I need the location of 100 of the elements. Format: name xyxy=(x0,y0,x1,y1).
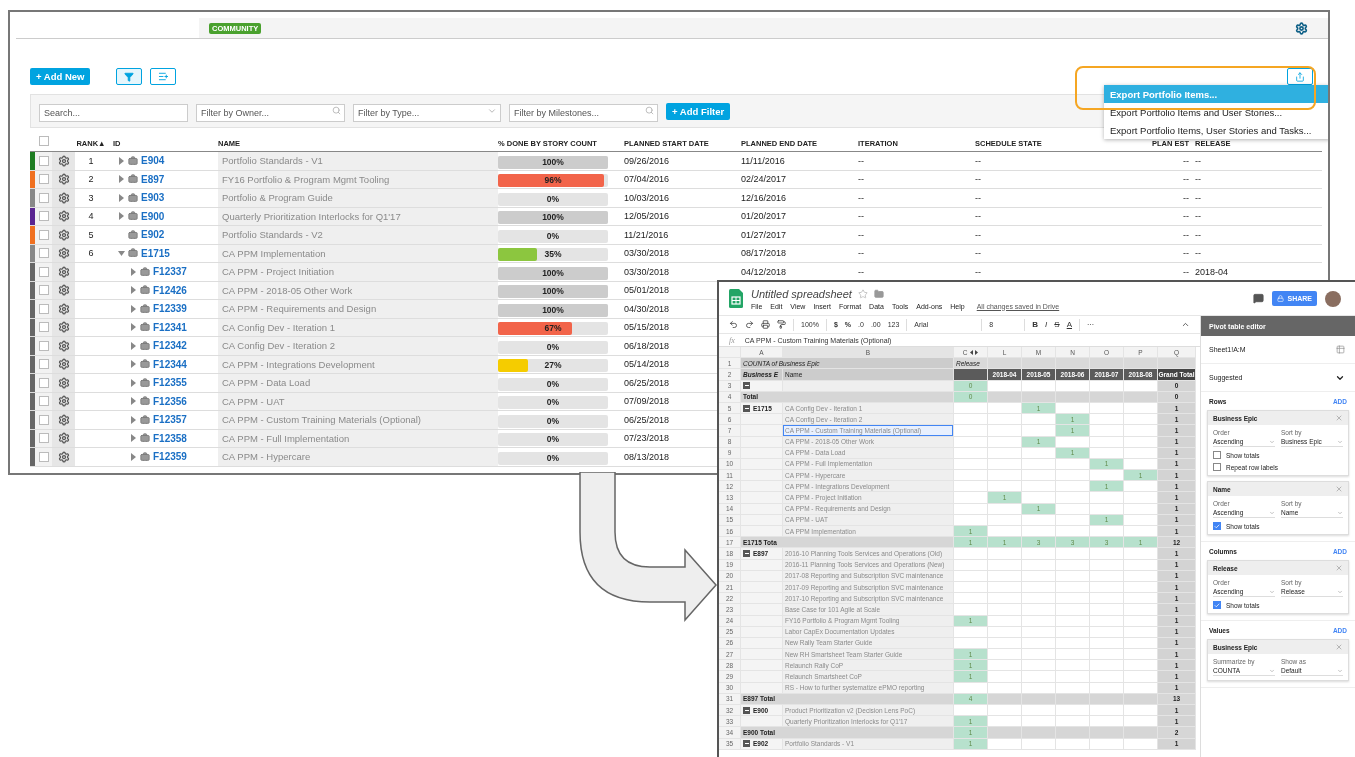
row-checkbox[interactable] xyxy=(38,359,49,370)
folder-icon[interactable] xyxy=(873,288,884,299)
redo-icon[interactable] xyxy=(745,320,754,329)
id-link[interactable]: E904 xyxy=(141,155,165,167)
row-checkbox[interactable] xyxy=(38,396,49,407)
gear-icon[interactable] xyxy=(57,247,70,260)
gear-icon[interactable] xyxy=(57,321,70,334)
id-link[interactable]: F12341 xyxy=(153,321,187,333)
filter-button[interactable] xyxy=(116,68,143,85)
close-icon[interactable] xyxy=(1335,643,1343,651)
gear-icon[interactable] xyxy=(57,432,70,445)
row-checkbox[interactable] xyxy=(38,377,49,388)
grid-icon[interactable] xyxy=(1336,345,1345,354)
collapse-icon[interactable] xyxy=(743,740,750,748)
checkbox[interactable] xyxy=(1213,522,1221,530)
id-link[interactable]: F12358 xyxy=(153,432,187,444)
collapse-icon[interactable] xyxy=(743,382,750,390)
row-checkbox[interactable] xyxy=(38,192,49,203)
id-link[interactable]: E900 xyxy=(141,210,165,222)
expand-arrow-icon[interactable] xyxy=(130,304,137,313)
row-checkbox[interactable] xyxy=(38,229,49,240)
row-checkbox[interactable] xyxy=(38,303,49,314)
id-link[interactable]: F12339 xyxy=(153,303,187,315)
id-link[interactable]: E1715 xyxy=(141,247,170,259)
row-checkbox[interactable] xyxy=(38,248,49,259)
id-link[interactable]: F12337 xyxy=(153,266,187,278)
expand-arrow-icon[interactable] xyxy=(130,341,137,350)
expand-arrow-icon[interactable] xyxy=(118,193,125,202)
gear-icon[interactable] xyxy=(57,228,70,241)
gear-icon[interactable] xyxy=(57,376,70,389)
close-icon[interactable] xyxy=(1335,414,1343,422)
id-link[interactable]: F12426 xyxy=(153,284,187,296)
gear-icon[interactable] xyxy=(57,339,70,352)
milestones-filter-field[interactable]: Filter by Milestones... xyxy=(509,104,658,122)
id-link[interactable]: F12356 xyxy=(153,395,187,407)
type-filter-dropdown[interactable]: Filter by Type... xyxy=(353,104,501,122)
gear-icon[interactable] xyxy=(57,302,70,315)
bold-button[interactable]: B xyxy=(1032,320,1039,329)
comment-icon[interactable] xyxy=(1253,293,1265,304)
hidden-columns-icon[interactable] xyxy=(970,349,979,355)
export-button[interactable] xyxy=(1287,68,1313,85)
expand-arrow-icon[interactable] xyxy=(130,452,137,461)
close-icon[interactable] xyxy=(1335,485,1343,493)
select-all-checkbox[interactable] xyxy=(38,136,49,146)
expand-arrow-icon[interactable] xyxy=(118,212,125,221)
gear-icon[interactable] xyxy=(57,413,70,426)
expand-arrow-icon[interactable] xyxy=(118,156,125,165)
row-checkbox[interactable] xyxy=(38,211,49,222)
gear-icon[interactable] xyxy=(57,450,70,463)
close-icon[interactable] xyxy=(1335,564,1343,572)
expand-arrow-icon[interactable] xyxy=(118,175,125,184)
strikethrough-button[interactable]: S xyxy=(1054,320,1060,329)
id-link[interactable]: E902 xyxy=(141,229,165,241)
undo-icon[interactable] xyxy=(729,320,738,329)
collapse-icon[interactable] xyxy=(743,549,750,557)
gear-icon[interactable] xyxy=(57,210,70,223)
text-color-button[interactable]: A xyxy=(1066,320,1072,329)
expand-arrow-icon[interactable] xyxy=(130,397,137,406)
italic-button[interactable]: I xyxy=(1045,320,1048,329)
gear-icon[interactable] xyxy=(57,284,70,297)
checkbox[interactable] xyxy=(1213,601,1221,609)
settings-icon[interactable] xyxy=(1295,21,1308,35)
paint-format-icon[interactable] xyxy=(777,320,786,329)
print-icon[interactable] xyxy=(761,320,770,329)
row-checkbox[interactable] xyxy=(38,266,49,277)
gear-icon[interactable] xyxy=(57,395,70,408)
collapse-icon[interactable] xyxy=(1181,320,1190,329)
list-add-button[interactable] xyxy=(150,68,177,85)
expand-arrow-icon[interactable] xyxy=(130,378,137,387)
id-link[interactable]: E903 xyxy=(141,192,165,204)
id-link[interactable]: F12357 xyxy=(153,414,187,426)
menu-item[interactable]: Export Portfolio Items, User Stories and Tasks... xyxy=(1104,121,1328,139)
row-checkbox[interactable] xyxy=(38,433,49,444)
gear-icon[interactable] xyxy=(57,358,70,371)
row-checkbox[interactable] xyxy=(38,414,49,425)
row-checkbox[interactable] xyxy=(38,174,49,185)
row-checkbox[interactable] xyxy=(38,322,49,333)
collapse-icon[interactable] xyxy=(743,706,750,714)
checkbox[interactable] xyxy=(1213,451,1221,459)
expand-arrow-icon[interactable] xyxy=(130,415,137,424)
row-checkbox[interactable] xyxy=(38,285,49,296)
gear-icon[interactable] xyxy=(57,173,70,186)
expand-arrow-icon[interactable] xyxy=(130,360,137,369)
gear-icon[interactable] xyxy=(57,191,70,204)
collapse-icon[interactable] xyxy=(743,404,750,412)
id-link[interactable]: F12359 xyxy=(153,451,187,463)
expand-arrow-icon[interactable] xyxy=(130,323,137,332)
document-title[interactable]: Untitled spreadsheet xyxy=(751,287,852,300)
search-field[interactable]: Search... xyxy=(39,104,188,122)
collapse-arrow-icon[interactable] xyxy=(118,249,125,258)
gear-icon[interactable] xyxy=(57,154,70,167)
row-checkbox[interactable] xyxy=(38,340,49,351)
row-checkbox[interactable] xyxy=(38,155,49,166)
owner-filter-field[interactable]: Filter by Owner... xyxy=(196,104,345,122)
gear-icon[interactable] xyxy=(57,265,70,278)
checkbox[interactable] xyxy=(1213,463,1221,471)
row-checkbox[interactable] xyxy=(38,451,49,462)
expand-arrow-icon[interactable] xyxy=(130,434,137,443)
id-link[interactable]: F12355 xyxy=(153,377,187,389)
star-icon[interactable] xyxy=(857,288,868,299)
